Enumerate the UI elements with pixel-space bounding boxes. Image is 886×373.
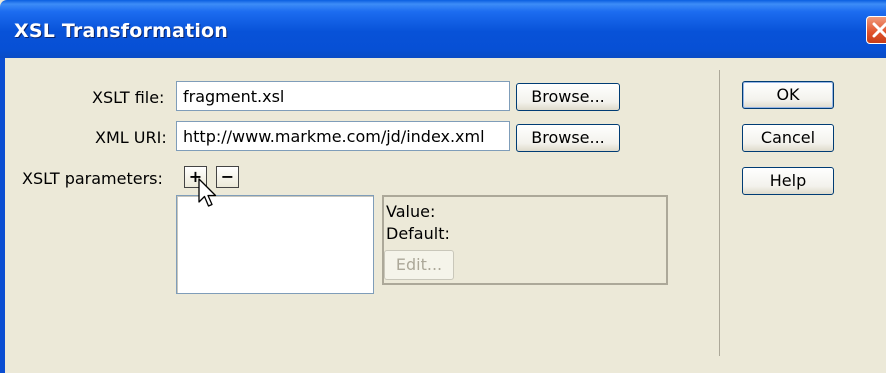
xml-uri-label: XML URI: [95,128,167,147]
browse-xslt-button[interactable]: Browse... [516,83,620,111]
xslt-parameters-label: XSLT parameters: [22,169,163,188]
close-icon [872,22,886,38]
title-bar[interactable]: XSL Transformation [0,0,886,58]
dialog-window: XSL Transformation XSLT file: fragment.x… [0,0,886,373]
mouse-pointer-icon [198,178,217,207]
vertical-separator [719,70,720,356]
browse-xml-button[interactable]: Browse... [516,124,620,152]
xslt-file-label: XSLT file: [92,88,165,107]
cancel-button[interactable]: Cancel [742,124,834,152]
default-label: Default: [386,224,450,243]
ok-button[interactable]: OK [742,81,834,109]
help-button[interactable]: Help [742,167,834,195]
edit-button[interactable]: Edit... [384,250,454,280]
xslt-file-input[interactable]: fragment.xsl [176,81,510,111]
close-button[interactable] [866,16,886,44]
window-title: XSL Transformation [14,20,229,42]
xml-uri-input[interactable]: http://www.markme.com/jd/index.xml [176,121,510,151]
value-label: Value: [386,202,436,221]
